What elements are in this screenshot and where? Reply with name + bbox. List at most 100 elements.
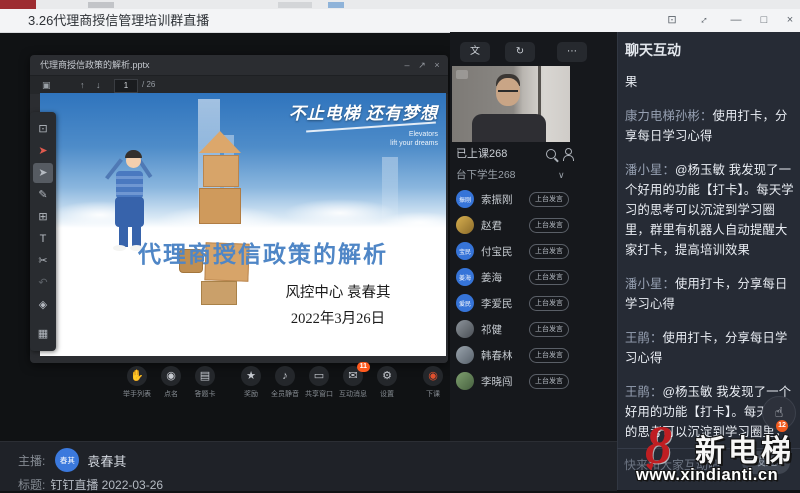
slide-blocks-illustration [175,131,285,301]
tool-glyph: ⊞ [38,212,47,223]
host-row: 主播: 春其 袁春其 [18,448,126,472]
host-label: 主播: [18,452,45,469]
chat-colon: ： [663,163,676,177]
student-row: 振刚 索振刚 上台发言 [450,186,573,212]
chat-message: 王鹃：使用打卡，分享每日学习心得 [625,328,795,368]
toolbar-icon: ▭ [309,366,329,386]
chat-message-area[interactable]: 聊天互动 果 康力电梯孙彬：使用打卡，分享每日学习心得 潘小星：@杨玉敏 我发现… [625,40,795,444]
close-button[interactable]: × [780,11,800,30]
tool-glyph: ▦ [38,329,48,340]
student-list: 振刚 索振刚 上台发言 赵君 上台发言 宝民 付宝民 上台发言 姜海 姜海 上台… [450,186,573,398]
presentation-close-button[interactable]: × [430,55,444,75]
fullscreen-button[interactable]: ↕ [694,11,714,30]
eraser-tool-icon[interactable]: ◈ [33,295,53,315]
student-row: 赵君 上台发言 [450,212,573,238]
raise-hand-list-button[interactable]: ✋ 举手列表 [120,366,154,399]
pen-tool-icon[interactable]: ✎ [33,185,53,205]
block [199,188,241,224]
avatar: 姜海 [456,268,474,286]
invite-to-stage-button[interactable]: 上台发言 [529,322,569,337]
presenter-glasses [498,90,518,97]
share-window-button[interactable]: ▭ 共享窗口 [302,366,336,399]
add-person-icon[interactable] [562,148,574,160]
chevron-down-icon[interactable]: ∨ [558,166,565,184]
student-name: 付宝民 [481,244,529,259]
unread-badge: 11 [357,362,370,372]
reward-button[interactable]: ★ 奖励 [234,366,268,399]
student-row: 祁健 上台发言 [450,316,573,342]
like-count-badge: 12 [776,420,788,432]
invite-to-stage-button[interactable]: 上台发言 [529,374,569,389]
toolbar-label: 设置 [380,389,394,399]
remnant-blob [328,2,344,8]
send-button[interactable]: 发送 [742,451,790,474]
undo-tool-icon[interactable]: ↶ [33,273,53,293]
avatar [456,346,474,364]
window-title: 3.26代理商授信管理培训群直播 [28,9,209,32]
fullscreen-icon: ↕ [695,12,712,29]
invite-to-stage-button[interactable]: 上台发言 [529,218,569,233]
toolbar-icon: ◉ [423,366,443,386]
mute-all-button[interactable]: ♪ 全员静音 [268,366,302,399]
video-overlay-tag [456,70,468,79]
chat-message: 潘小星：@杨玉敏 我发现了一个好用的功能【打卡】。每天学习的思考可以沉淀到学习圈… [625,160,795,260]
avatar [456,216,474,234]
rotate-screen-button[interactable]: ↻ [505,42,535,62]
minimize-button[interactable]: — [726,11,746,30]
slide-title: 代理商授信政策的解析 [98,235,428,269]
chat-colon: ： [650,331,663,345]
block [201,281,237,305]
student-name: 索振刚 [481,192,529,207]
shape-tool-icon[interactable]: ⊞ [33,207,53,227]
tool-glyph: ➤ [38,168,47,179]
toolbox-tool-icon[interactable]: ▦ [33,324,53,344]
thumbnail-panel-icon[interactable]: ▣ [42,76,51,94]
slide-author: 风控中心 袁春其 [240,281,436,302]
toolbar-icon: ▤ [195,366,215,386]
popout-window-button[interactable]: ⊡ [662,11,682,30]
page-down-icon[interactable]: ↓ [96,76,101,94]
text-tool-icon[interactable]: T [33,229,53,249]
child-torso [116,171,143,199]
chat-colon: ： [650,385,663,399]
page-tool-icon[interactable]: ⊡ [33,119,53,139]
presentation-minimize-button[interactable]: – [400,55,414,75]
invite-to-stage-button[interactable]: 上台发言 [529,192,569,207]
presentation-filename: 代理商授信政策的解析.pptx [40,55,150,75]
interactive-message-button[interactable]: ✉ 11 互动消息 [336,366,370,399]
presentation-popout-button[interactable]: ↗ [415,55,429,75]
invite-to-stage-button[interactable]: 上台发言 [529,296,569,311]
laser-pointer-icon[interactable]: ➤ [33,141,53,161]
chat-sender: 康力电梯孙彬 [625,109,700,123]
audience-count-label: 台下学生268 [456,166,516,184]
host-name: 袁春其 [87,451,126,470]
chat-colon: ： [700,109,713,123]
cut-tool-icon[interactable]: ✂ [33,251,53,271]
end-class-button[interactable]: ◉ 下课 [416,366,450,399]
roll-call-button[interactable]: ◉ 点名 [154,366,188,399]
toolbar-icon: ♪ [275,366,295,386]
chat-colon: ： [663,277,676,291]
page-number-input[interactable]: 1 [114,79,138,93]
select-tool-icon[interactable]: ➤ [33,163,53,183]
toolbar-label: 共享窗口 [305,389,333,399]
caption-button[interactable]: 文 [460,42,490,62]
toolbar-label: 下课 [426,389,440,399]
invite-to-stage-button[interactable]: 上台发言 [529,270,569,285]
search-icon[interactable] [546,149,556,159]
invite-to-stage-button[interactable]: 上台发言 [529,348,569,363]
remnant-blob [278,2,312,8]
attended-count-row: 已上课268 [450,144,573,164]
toolbar-label: 奖励 [244,389,258,399]
more-options-button[interactable]: ⋯ [557,42,587,62]
avatar [456,372,474,390]
settings-button[interactable]: ⚙ 设置 [370,366,404,399]
chat-input[interactable] [622,452,736,478]
toolbar-icon: ⚙ [377,366,397,386]
chat-overflow-line: 果 [625,72,795,92]
presenter-body [472,114,546,142]
invite-to-stage-button[interactable]: 上台发言 [529,244,569,259]
maximize-button[interactable]: □ [754,11,774,30]
answer-card-button[interactable]: ▤ 答题卡 [188,366,222,399]
page-up-icon[interactable]: ↑ [80,76,85,94]
